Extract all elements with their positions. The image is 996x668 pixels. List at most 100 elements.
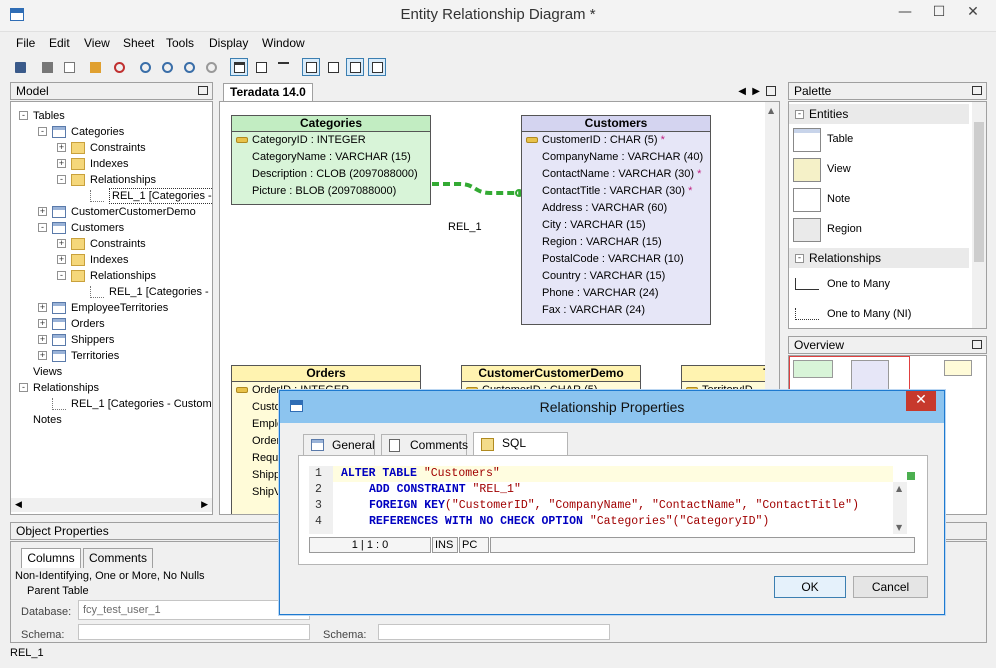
tree-item[interactable]: - Relationships [11, 172, 211, 188]
palette-item-table[interactable]: Table [827, 133, 853, 145]
scroll-thumb[interactable] [974, 122, 984, 262]
entity-customers[interactable]: Customers CustomerID : CHAR (5) * Compan… [521, 115, 711, 325]
tree-item[interactable]: + Indexes [11, 252, 211, 268]
collapse-icon[interactable]: - [38, 223, 47, 232]
expand-icon[interactable]: + [38, 335, 47, 344]
show-name-toggle[interactable] [274, 58, 292, 76]
show-nulls-toggle[interactable] [324, 58, 342, 76]
database-field[interactable]: fcy_test_user_1 [78, 600, 310, 620]
page-setup-tool-button[interactable] [60, 58, 78, 76]
tree-item[interactable]: + Shippers [11, 332, 211, 348]
tab-general[interactable]: General [303, 434, 375, 456]
zoom-fit-icon[interactable] [136, 58, 154, 76]
zoom-out-icon[interactable] [180, 58, 198, 76]
tab-prev-icon[interactable]: ◀ [738, 86, 746, 97]
scroll-up-icon[interactable]: ▲ [768, 106, 774, 115]
child-schema-field[interactable] [378, 624, 610, 640]
show-fk-toggle[interactable] [368, 58, 386, 76]
tree-item[interactable]: + EmployeeTerritories [11, 300, 211, 316]
scroll-right-icon[interactable]: ▶ [201, 500, 208, 510]
tree-item[interactable]: + Constraints [11, 236, 211, 252]
collapse-icon[interactable]: - [57, 175, 66, 184]
tab-list-icon[interactable] [766, 86, 776, 96]
expand-icon[interactable]: + [38, 319, 47, 328]
collapse-icon[interactable]: - [57, 271, 66, 280]
zoom-actual-icon[interactable] [202, 58, 220, 76]
menu-file[interactable]: File [16, 36, 35, 50]
palette-item-view[interactable]: View [827, 163, 851, 175]
menu-window[interactable]: Window [262, 36, 305, 50]
tree-item[interactable]: - Customers [11, 220, 211, 236]
restore-icon[interactable] [972, 86, 982, 95]
sql-scrollbar[interactable]: ▲ ▼ [893, 482, 907, 534]
palette-item-note[interactable]: Note [827, 193, 850, 205]
tab-next-icon[interactable]: ▶ [752, 86, 760, 97]
expand-icon[interactable]: + [57, 159, 66, 168]
sql-editor[interactable]: 1 2 3 4 ALTER TABLE "Customers" ADD CONS… [309, 466, 907, 534]
minimize-button[interactable]: — [888, 0, 922, 26]
expand-icon[interactable]: + [57, 239, 66, 248]
tree-item[interactable]: - Relationships [11, 268, 211, 284]
dialog-close-button[interactable]: ✕ [906, 391, 936, 411]
tree-item[interactable]: - Tables [11, 108, 211, 124]
collapse-icon[interactable]: - [795, 110, 804, 119]
tree-horizontal-scrollbar[interactable]: ◀ ▶ [11, 498, 212, 512]
tree-item[interactable]: REL_1 [Categories - C [11, 284, 212, 300]
maximize-button[interactable]: ☐ [922, 0, 956, 26]
cancel-button[interactable]: Cancel [853, 576, 928, 598]
show-columns-toggle[interactable] [230, 58, 248, 76]
tab-comments-dialog[interactable]: Comments [381, 434, 468, 456]
table-palette-icon[interactable] [793, 128, 821, 152]
show-keys-toggle[interactable] [252, 58, 270, 76]
save-tool-button[interactable] [11, 58, 29, 76]
ok-button[interactable]: OK [774, 576, 846, 598]
tree-item[interactable]: - Categories [11, 124, 211, 140]
menu-tools[interactable]: Tools [166, 36, 194, 50]
tree-item[interactable]: + Orders [11, 316, 211, 332]
tab-teradata[interactable]: Teradata 14.0 [223, 83, 313, 102]
expand-icon[interactable]: + [38, 351, 47, 360]
palette-scrollbar[interactable] [972, 102, 986, 328]
menu-view[interactable]: View [84, 36, 110, 50]
scroll-down-icon[interactable]: ▼ [896, 523, 902, 532]
close-window-button[interactable]: ✕ [956, 0, 990, 26]
palette-item-one-to-many-ni[interactable]: One to Many (NI) [827, 308, 911, 320]
scroll-up-icon[interactable]: ▲ [896, 484, 902, 493]
expand-icon[interactable]: + [57, 255, 66, 264]
tree-item[interactable]: + Indexes [11, 156, 211, 172]
show-types-toggle[interactable] [302, 58, 320, 76]
tree-item[interactable]: REL_1 [Categories - C [11, 188, 212, 204]
palette-item-one-to-many[interactable]: One to Many [827, 278, 890, 290]
tab-columns[interactable]: Columns [21, 548, 81, 568]
stop-tool-button[interactable] [110, 58, 128, 76]
schema-field[interactable] [78, 624, 310, 640]
palette-relationships-group[interactable]: - Relationships [789, 248, 969, 268]
region-palette-icon[interactable] [793, 218, 821, 242]
tab-sql-preview[interactable]: SQL Preview [473, 432, 568, 470]
tree-item[interactable]: + Territories [11, 348, 211, 364]
collapse-icon[interactable]: - [19, 111, 28, 120]
tree-item[interactable]: Notes [11, 412, 211, 428]
tab-comments[interactable]: Comments [83, 548, 153, 568]
note-palette-icon[interactable] [793, 188, 821, 212]
layout-tool-button[interactable] [86, 58, 104, 76]
collapse-icon[interactable]: - [795, 254, 804, 263]
expand-icon[interactable]: + [57, 143, 66, 152]
menu-sheet[interactable]: Sheet [123, 36, 154, 50]
scroll-left-icon[interactable]: ◀ [15, 500, 22, 510]
show-comments-toggle[interactable] [346, 58, 364, 76]
tree-item[interactable]: REL_1 [Categories - Custome [11, 396, 212, 412]
tree-item[interactable]: + CustomerCustomerDemo [11, 204, 211, 220]
one-to-many-ni-icon[interactable] [795, 308, 819, 320]
tree-item[interactable]: + Constraints [11, 140, 211, 156]
print-tool-button[interactable] [38, 58, 56, 76]
expand-icon[interactable]: + [38, 303, 47, 312]
tree-item[interactable]: Views [11, 364, 211, 380]
tree-item[interactable]: - Relationships [11, 380, 211, 396]
model-tree[interactable]: - Tables - Categories + Constraints + Indexes - R… [10, 101, 213, 515]
relationship-connector[interactable] [430, 177, 525, 202]
menu-display[interactable]: Display [209, 36, 248, 50]
collapse-icon[interactable]: - [38, 127, 47, 136]
collapse-icon[interactable]: - [19, 383, 28, 392]
entity-categories[interactable]: Categories CategoryID : INTEGER Category… [231, 115, 431, 205]
